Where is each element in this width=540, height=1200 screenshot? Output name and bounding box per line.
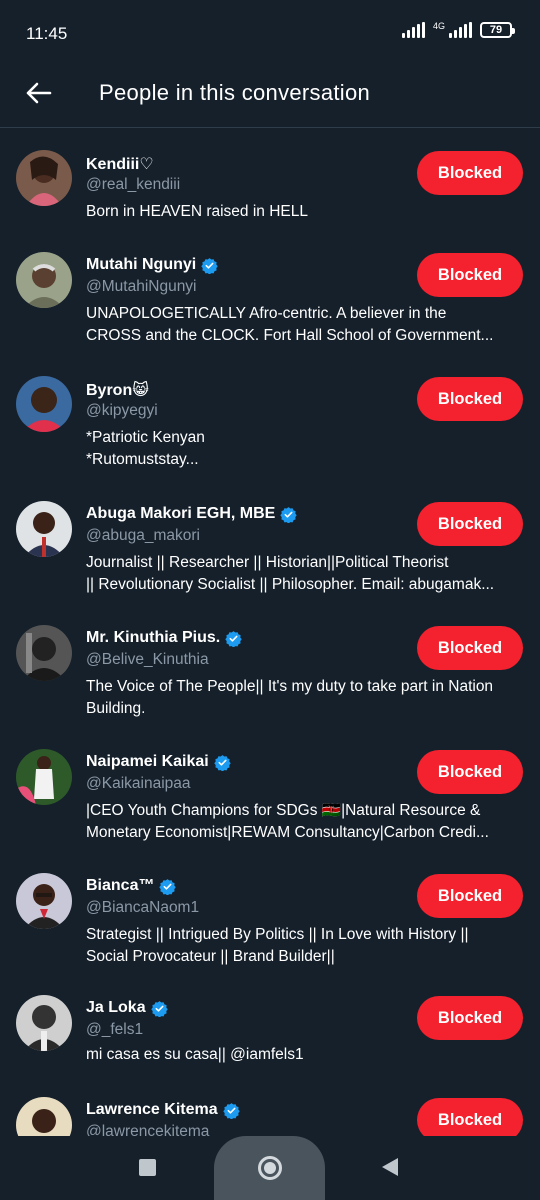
- blocked-button[interactable]: Blocked: [417, 996, 523, 1040]
- bio-line: Journalist || Researcher || Historian||P…: [86, 554, 449, 571]
- blocked-button[interactable]: Blocked: [417, 253, 523, 297]
- name-line: Naipamei Kaikai: [86, 753, 231, 771]
- handle: @MutahiNgunyi: [86, 278, 197, 295]
- handle: @BiancaNaom1: [86, 899, 200, 916]
- back-triangle-icon[interactable]: [382, 1158, 398, 1176]
- blocked-button[interactable]: Blocked: [417, 151, 523, 195]
- bio-line: *Patriotic Kenyan: [86, 429, 205, 446]
- bio-line: Building.: [86, 700, 146, 717]
- display-name: Bianca™: [86, 877, 155, 894]
- name-line: Ja Loka: [86, 999, 168, 1017]
- verified-badge-icon: [222, 1102, 240, 1119]
- verified-badge-icon: [159, 878, 177, 895]
- handle: @Belive_Kinuthia: [86, 651, 209, 668]
- verified-badge-icon: [225, 630, 242, 647]
- handle: @Kaikainaipaa: [86, 775, 191, 792]
- name-line: Lawrence Kitema: [86, 1101, 240, 1119]
- blocked-button[interactable]: Blocked: [417, 1098, 523, 1136]
- display-name: Mutahi Ngunyi: [86, 256, 197, 273]
- bio-line: CROSS and the CLOCK. Fort Hall School of…: [86, 327, 494, 344]
- handle: @kipyegyi: [86, 402, 158, 419]
- arrow-left-icon[interactable]: [22, 76, 56, 110]
- blocked-button[interactable]: Blocked: [417, 502, 523, 546]
- handle: @lawrencekitema: [86, 1123, 210, 1136]
- avatar[interactable]: [16, 995, 72, 1051]
- avatar[interactable]: [16, 376, 72, 432]
- battery-icon: 79: [480, 22, 515, 38]
- blocked-button[interactable]: Blocked: [417, 750, 523, 794]
- avatar[interactable]: [16, 150, 72, 206]
- signal-icon-2: [449, 22, 472, 38]
- battery-level: 79: [489, 24, 503, 36]
- bio-line: UNAPOLOGETICALLY Afro-centric. A believe…: [86, 305, 447, 322]
- bio-line: Born in HEAVEN raised in HELL: [86, 203, 308, 220]
- signal-icon: [401, 22, 425, 38]
- avatar[interactable]: [16, 252, 72, 308]
- recents-icon[interactable]: [139, 1159, 156, 1176]
- avatar[interactable]: [16, 873, 72, 929]
- status-bar: 11:45 4G 79: [0, 0, 540, 64]
- display-name: Abuga Makori EGH, MBE: [86, 505, 276, 522]
- name-line: Mr. Kinuthia Pius.: [86, 629, 242, 647]
- blocked-button[interactable]: Blocked: [417, 626, 523, 670]
- display-name: Mr. Kinuthia Pius.: [86, 629, 221, 646]
- home-icon-dot: [264, 1162, 276, 1174]
- name-line: Kendiii♡: [86, 154, 154, 174]
- verified-badge-icon: [150, 1000, 168, 1017]
- page-title: People in this conversation: [99, 80, 371, 105]
- avatar[interactable]: [16, 625, 72, 681]
- verified-badge-icon: [201, 257, 218, 274]
- bio-line: |CEO Youth Champions for SDGs 🇰🇪|Natural…: [86, 802, 481, 819]
- avatar[interactable]: [16, 1097, 72, 1136]
- status-icons: 4G 79: [401, 21, 515, 38]
- bio-line: || Revolutionary Socialist || Philosophe…: [86, 576, 495, 593]
- name-line: Mutahi Ngunyi: [86, 256, 218, 274]
- name-line: Bianca™: [86, 877, 177, 895]
- people-list: Kendiii♡ @real_kendiii Born in HEAVEN ra…: [0, 128, 540, 1136]
- network-label: 4G: [432, 21, 445, 31]
- bio-line: The Voice of The People|| It's my duty t…: [86, 678, 494, 695]
- handle: @_fels1: [86, 1021, 144, 1038]
- avatar[interactable]: [16, 749, 72, 805]
- bio-line: Social Provocateur || Brand Builder||: [86, 948, 335, 965]
- header: People in this conversation: [0, 64, 540, 128]
- bio-line: Monetary Economist|REWAM Consultancy|Car…: [86, 824, 489, 841]
- status-time: 11:45: [26, 24, 68, 43]
- blocked-button[interactable]: Blocked: [417, 377, 523, 421]
- name-line: Abuga Makori EGH, MBE: [86, 505, 298, 523]
- handle: @abuga_makori: [86, 527, 200, 544]
- display-name: Ja Loka: [86, 999, 146, 1016]
- verified-badge-icon: [280, 506, 298, 523]
- bio-line: *Rutomuststay...: [86, 451, 199, 468]
- display-name: Kendiii♡: [86, 156, 154, 173]
- display-name: Byron😸: [86, 382, 149, 399]
- display-name: Naipamei Kaikai: [86, 753, 209, 770]
- blocked-button[interactable]: Blocked: [417, 874, 523, 918]
- name-line: Byron😸: [86, 380, 149, 400]
- handle: @real_kendiii: [86, 176, 181, 193]
- display-name: Lawrence Kitema: [86, 1101, 218, 1118]
- bio-line: mi casa es su casa|| @iamfels1: [86, 1046, 304, 1063]
- bio-line: Strategist || Intrigued By Politics || I…: [86, 926, 469, 943]
- system-nav-bar: [0, 1136, 540, 1200]
- avatar[interactable]: [16, 501, 72, 557]
- verified-badge-icon: [214, 754, 231, 771]
